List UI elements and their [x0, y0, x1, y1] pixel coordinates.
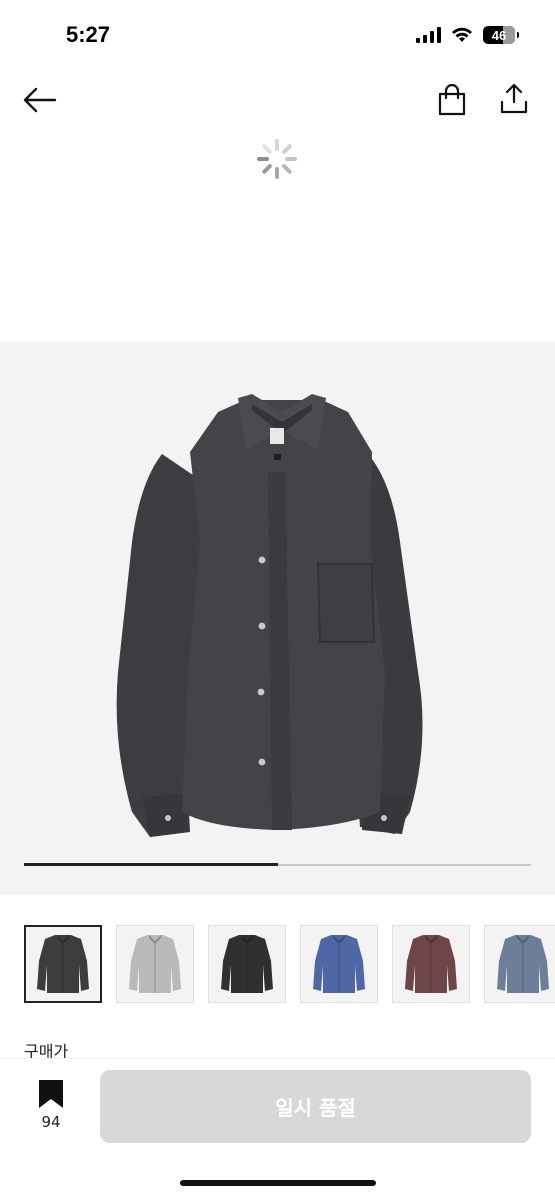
- shirt-thumbnail-image: [221, 935, 273, 993]
- color-thumbnail[interactable]: [24, 925, 102, 1003]
- top-nav: [0, 70, 555, 130]
- shirt-thumbnail-image: [497, 935, 549, 993]
- color-thumbnail[interactable]: [300, 925, 378, 1003]
- status-icons: 46: [416, 26, 519, 44]
- back-arrow-icon: [23, 87, 57, 113]
- wifi-icon: [452, 27, 472, 42]
- bookmark-button[interactable]: 94: [28, 1079, 74, 1139]
- shirt-thumbnail-image: [37, 935, 89, 993]
- shirt-thumbnail-image: [313, 935, 365, 993]
- battery-icon: 46: [483, 26, 519, 44]
- color-thumbnail[interactable]: [484, 925, 555, 1003]
- share-icon: [500, 83, 528, 114]
- shirt-thumbnail-image: [129, 935, 181, 993]
- home-indicator: [180, 1180, 376, 1186]
- gallery-progress-bar: [24, 863, 531, 866]
- share-button[interactable]: [494, 78, 534, 118]
- battery-level: 46: [491, 27, 507, 43]
- color-thumbnail[interactable]: [116, 925, 194, 1003]
- back-button[interactable]: [20, 80, 60, 120]
- loading-spinner-icon: [257, 139, 297, 179]
- shirt-thumbnail-image: [405, 935, 457, 993]
- color-thumbnails: [24, 925, 555, 1003]
- color-thumbnail[interactable]: [208, 925, 286, 1003]
- gallery-progress-fill: [24, 863, 278, 866]
- color-thumbnail[interactable]: [392, 925, 470, 1003]
- status-bar: 5:27 46: [0, 0, 555, 70]
- product-image-gallery[interactable]: [0, 342, 555, 895]
- shopping-bag-icon: [438, 84, 466, 116]
- signal-icon: [416, 27, 441, 43]
- soldout-button[interactable]: 일시 품절: [100, 1070, 531, 1143]
- status-time: 5:27: [66, 22, 111, 47]
- shopping-bag-button[interactable]: [432, 80, 472, 120]
- bookmark-icon: [39, 1080, 63, 1108]
- product-image-shirt: [116, 394, 423, 837]
- bookmark-count: 94: [41, 1113, 61, 1131]
